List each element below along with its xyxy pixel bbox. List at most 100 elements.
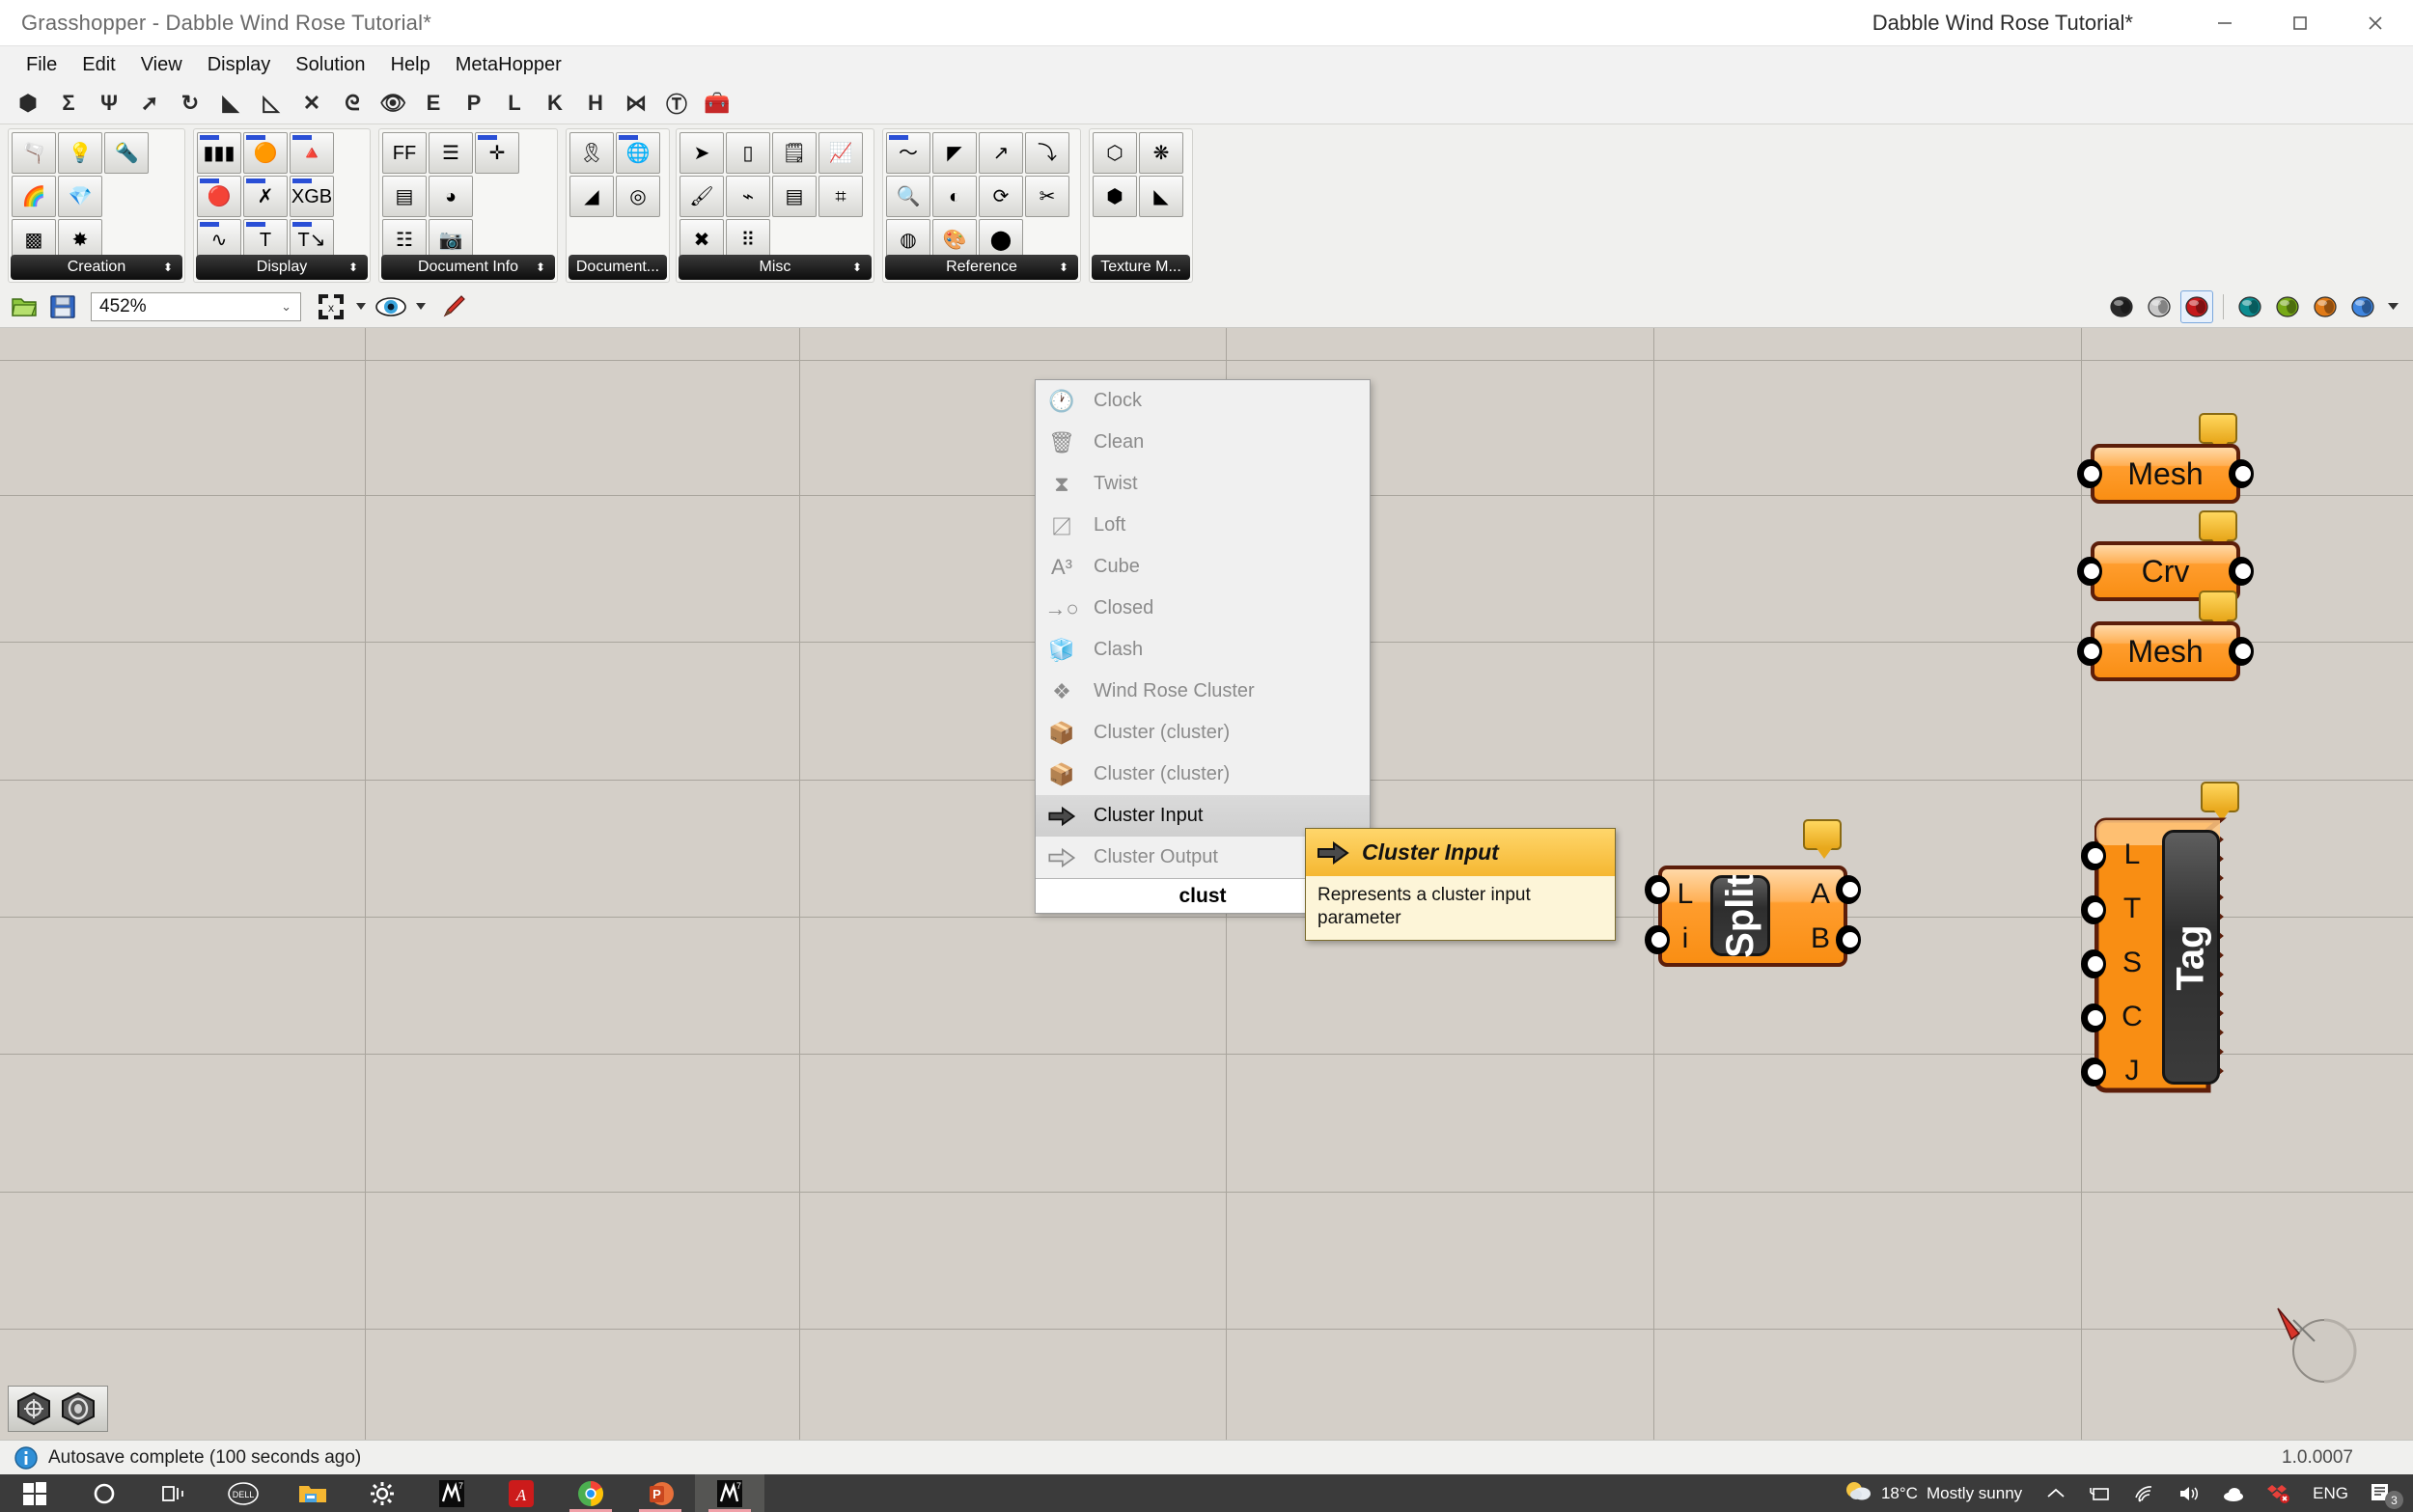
menu-metahopper[interactable]: MetaHopper (443, 50, 574, 80)
sets-icon[interactable]: Ψ (91, 87, 127, 120)
input-port-J[interactable] (2081, 1058, 2106, 1086)
ring-icon[interactable]: ◎ (616, 176, 660, 217)
menu-display[interactable]: Display (195, 50, 284, 80)
ref6-icon[interactable]: ✂ (1025, 176, 1069, 217)
mesh-param-2[interactable]: Mesh (2077, 591, 2254, 681)
chrome-icon[interactable] (556, 1474, 625, 1512)
dropdown-item-cube[interactable]: A³ Cube (1036, 546, 1370, 588)
triangles-icon[interactable]: 🔺 (290, 132, 334, 174)
component-info-bubble[interactable] (2199, 413, 2237, 453)
menu-help[interactable]: Help (378, 50, 443, 80)
component-info-bubble[interactable] (2199, 510, 2237, 550)
rhino-active-icon[interactable]: 7 (695, 1474, 764, 1512)
linetype-icon[interactable]: ☰ (429, 132, 473, 174)
language-indicator[interactable]: ENG (2302, 1474, 2359, 1512)
ref1-icon[interactable]: ◤ (932, 132, 977, 174)
file-explorer-icon[interactable] (278, 1474, 347, 1512)
ribbon-tab-creation[interactable]: Creation ⬍ (11, 255, 182, 280)
show-hidden-icons-button[interactable] (2036, 1474, 2076, 1512)
maths-icon[interactable]: Σ (50, 87, 87, 120)
dell-icon[interactable]: DELL (208, 1474, 278, 1512)
close-button[interactable] (2338, 0, 2413, 46)
wave-icon[interactable]: 〜 (886, 132, 930, 174)
kangaroo-icon[interactable]: ⋈ (618, 87, 654, 120)
ref5-icon[interactable]: ⟳ (979, 176, 1023, 217)
save-file-button[interactable] (46, 290, 79, 323)
tag-component[interactable]: L T S C J Tag (2081, 782, 2259, 1100)
sketch-brush-button[interactable] (434, 290, 467, 323)
ribbon-tab-misc[interactable]: Misc ⬍ (679, 255, 872, 280)
vector2-icon[interactable]: ⌁ (726, 176, 770, 217)
mesh-icon[interactable]: ◺ (253, 87, 290, 120)
powerpoint-icon[interactable]: P (625, 1474, 695, 1512)
bars-icon[interactable]: ▮▮▮ (197, 132, 241, 174)
spotlight-icon[interactable]: 🔦 (104, 132, 149, 174)
magnify-icon[interactable]: 🔍 (886, 176, 930, 217)
draw-icon-green[interactable] (2271, 290, 2304, 323)
panel-icon[interactable]: ▤ (772, 176, 817, 217)
preview-dropdown[interactable] (413, 290, 429, 323)
notification-center-button[interactable]: 3 (2359, 1474, 2409, 1512)
component-info-bubble[interactable] (2199, 591, 2237, 630)
ribbon-tab-reference[interactable]: Reference ⬍ (885, 255, 1078, 280)
tex2-icon[interactable]: ❋ (1139, 132, 1183, 174)
menu-view[interactable]: View (128, 50, 195, 80)
dropdown-item-clean[interactable]: 🗑 Clean (1036, 422, 1370, 463)
metahopper-icon[interactable]: Ⓣ (658, 87, 695, 120)
dropdown-item-twist[interactable]: ⧗ Twist (1036, 463, 1370, 505)
crosshair-icon[interactable]: ✛ (475, 132, 519, 174)
dropbox-icon[interactable] (2256, 1474, 2302, 1512)
input-port-L[interactable] (2081, 841, 2106, 870)
axes-icon[interactable]: ✗ (243, 176, 288, 217)
input-port[interactable] (2077, 557, 2102, 586)
params-icon[interactable]: ⬢ (10, 87, 46, 120)
volume-icon[interactable] (2167, 1474, 2211, 1512)
tex1-icon[interactable]: ⬡ (1093, 132, 1137, 174)
bulb-icon[interactable]: 💡 (58, 132, 102, 174)
menu-solution[interactable]: Solution (283, 50, 377, 80)
dropdown-item-clash[interactable]: 🧊 Clash (1036, 629, 1370, 671)
widget-snap-icon[interactable] (13, 1389, 55, 1428)
h-icon[interactable]: H (577, 87, 614, 120)
output-port[interactable] (2229, 637, 2254, 666)
brush-icon[interactable]: 🖌 (680, 176, 724, 217)
transform-icon[interactable]: ᘓ (334, 87, 371, 120)
pointer-icon[interactable]: ➤ (680, 132, 724, 174)
menu-file[interactable]: File (14, 50, 69, 80)
preview-off-icon[interactable] (2105, 290, 2138, 323)
zoom-extents-button[interactable]: x (315, 290, 347, 323)
widget-gradient-icon[interactable] (57, 1389, 99, 1428)
l-icon[interactable]: L (496, 87, 533, 120)
curve-icon[interactable]: ↻ (172, 87, 208, 120)
sphere-icon[interactable]: 🟠 (243, 132, 288, 174)
output-port-B[interactable] (1836, 925, 1861, 954)
ribbon-tab-texture-m[interactable]: Texture M... (1092, 255, 1190, 280)
note-icon[interactable]: 🗒 (772, 132, 817, 174)
text3d-icon[interactable]: XGB (290, 176, 334, 217)
zoom-level-select[interactable]: 452% ⌄ (91, 291, 301, 321)
vector-icon[interactable]: ➚ (131, 87, 168, 120)
shape-icon[interactable]: ◢ (569, 176, 614, 217)
preview-wireframe-icon[interactable] (2143, 290, 2176, 323)
minimize-button[interactable] (2187, 0, 2262, 46)
canvas-compass-widget[interactable] (2274, 1301, 2363, 1389)
dropdown-item-closed[interactable]: →○ Closed (1036, 588, 1370, 629)
weather-widget[interactable]: 18°C Mostly sunny (1826, 1478, 2036, 1508)
wifi-icon[interactable] (2122, 1474, 2167, 1512)
adobe-acrobat-icon[interactable]: A (486, 1474, 556, 1512)
intersect-icon[interactable]: ✕ (293, 87, 330, 120)
tex4-icon[interactable]: ◣ (1139, 176, 1183, 217)
menu-edit[interactable]: Edit (69, 50, 127, 80)
ref3-icon[interactable]: ⤵ (1025, 132, 1069, 174)
output-port[interactable] (2229, 557, 2254, 586)
dropdown-item-cluster-cluster[interactable]: 📦 Cluster (cluster) (1036, 712, 1370, 754)
rhino-icon[interactable]: 7 (417, 1474, 486, 1512)
onedrive-icon[interactable] (2211, 1474, 2256, 1512)
dropdown-item-wind-rose-cluster[interactable]: ❖ Wind Rose Cluster (1036, 671, 1370, 712)
dropdown-item-loft[interactable]: 〼 Loft (1036, 505, 1370, 546)
tex3-icon[interactable]: ⬢ (1093, 176, 1137, 217)
input-port[interactable] (2077, 637, 2102, 666)
gem-icon[interactable]: 💎 (58, 176, 102, 217)
output-port-A[interactable] (1836, 875, 1861, 904)
battery-icon[interactable] (2076, 1474, 2122, 1512)
